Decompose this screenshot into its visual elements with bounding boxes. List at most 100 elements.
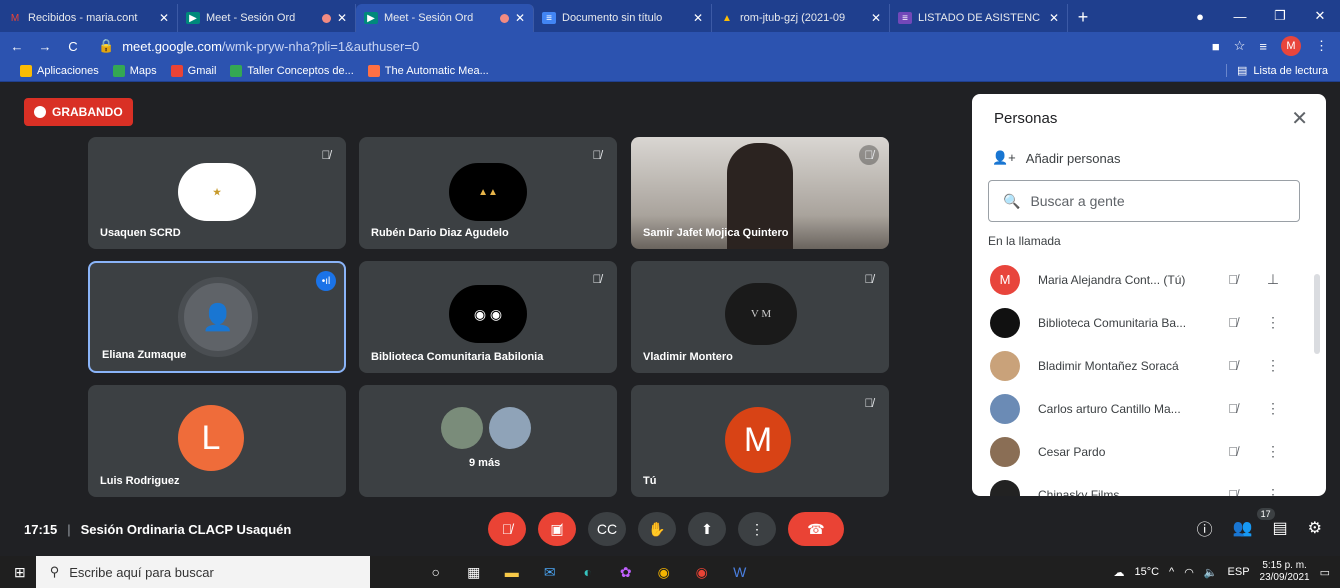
avatar: ★ bbox=[178, 163, 256, 221]
profile-menu-icon[interactable]: ● bbox=[1180, 9, 1220, 24]
taskbar-search-input[interactable]: ⚲ Escribe aquí para buscar bbox=[35, 556, 370, 588]
avatar bbox=[990, 393, 1020, 424]
pin-icon[interactable]: ⊥ bbox=[1258, 271, 1288, 288]
close-icon[interactable]: ✕ bbox=[693, 11, 703, 25]
present-screen-button[interactable]: ⬆ bbox=[688, 512, 726, 546]
browser-tab-docs[interactable]: ≡ Documento sin título ✕ bbox=[534, 4, 712, 32]
participant-tile[interactable]: ◉ ◉ 🎙̸ Biblioteca Comunitaria Babilonia bbox=[359, 261, 617, 373]
bookmark-maps[interactable]: Maps bbox=[112, 64, 157, 77]
new-tab-button[interactable]: + bbox=[1068, 4, 1098, 32]
notification-icon[interactable]: ▭ bbox=[1320, 566, 1330, 579]
avatar: V M bbox=[725, 283, 797, 345]
media-control-icon[interactable]: ≡ bbox=[1259, 39, 1267, 54]
more-options-icon[interactable]: ⋮ bbox=[1258, 357, 1288, 374]
list-item[interactable]: Chinasky Films 🎙̸ ⋮ bbox=[972, 473, 1312, 496]
lock-icon: 🔒 bbox=[98, 38, 115, 53]
chrome-icon[interactable]: ◉ bbox=[654, 562, 674, 582]
browser-tab-drive[interactable]: ▲ rom-jtub-gzj (2021-09 ✕ bbox=[712, 4, 890, 32]
more-options-icon[interactable]: ⋮ bbox=[1258, 400, 1288, 417]
captions-button[interactable]: CC bbox=[588, 512, 626, 546]
camera-icon[interactable]: ■ bbox=[1212, 39, 1220, 54]
app-icon[interactable]: ✿ bbox=[616, 562, 636, 582]
list-item[interactable]: Carlos arturo Cantillo Ma... 🎙̸ ⋮ bbox=[972, 387, 1312, 430]
restore-button[interactable]: ❐ bbox=[1260, 8, 1300, 24]
close-icon[interactable]: ✕ bbox=[159, 11, 169, 25]
browser-tab-forms[interactable]: ≡ LISTADO DE ASISTENC ✕ bbox=[890, 4, 1068, 32]
self-tile[interactable]: M 🎙̸ Tú bbox=[631, 385, 889, 497]
forward-button[interactable]: → bbox=[34, 39, 56, 54]
reading-list-button[interactable]: ▤ Lista de lectura bbox=[1225, 64, 1328, 77]
people-list: M Maria Alejandra Cont... (Tú) 🎙̸ ⊥ Bibliot… bbox=[972, 258, 1312, 496]
more-options-icon[interactable]: ⋮ bbox=[1258, 314, 1288, 331]
more-options-icon[interactable]: ⋮ bbox=[1258, 443, 1288, 460]
meeting-details-button[interactable]: ⓘ bbox=[1197, 516, 1213, 540]
recording-badge[interactable]: GRABANDO bbox=[24, 98, 133, 126]
mail-icon[interactable]: ✉ bbox=[540, 562, 560, 582]
list-item[interactable]: M Maria Alejandra Cont... (Tú) 🎙̸ ⊥ bbox=[972, 258, 1312, 301]
profile-avatar[interactable]: M bbox=[1281, 36, 1301, 56]
participant-tile-active[interactable]: 👤 •ıl Eliana Zumaque bbox=[88, 261, 346, 373]
avatar bbox=[489, 407, 531, 449]
task-view-icon[interactable]: ○ bbox=[426, 562, 446, 582]
list-item[interactable]: Biblioteca Comunitaria Ba... 🎙̸ ⋮ bbox=[972, 301, 1312, 344]
list-item[interactable]: Bladimir Montañez Soracá 🎙̸ ⋮ bbox=[972, 344, 1312, 387]
search-icon: 🔍 bbox=[1003, 192, 1021, 209]
bookmark-taller[interactable]: Taller Conceptos de... bbox=[230, 64, 354, 77]
activities-button[interactable]: ⚙ bbox=[1308, 518, 1322, 538]
people-panel: Personas ✕ 👤+ Añadir personas 🔍 Buscar a g… bbox=[972, 94, 1326, 496]
participant-tile[interactable]: ★ 🎙̸ Usaquen SCRD bbox=[88, 137, 346, 249]
close-panel-button[interactable]: ✕ bbox=[1291, 106, 1308, 131]
camera-toggle-button[interactable]: ▣̸ bbox=[538, 512, 576, 546]
panel-title: Personas bbox=[994, 110, 1058, 127]
mic-toggle-button[interactable]: 🎙̸ bbox=[488, 512, 526, 546]
add-people-button[interactable]: 👤+ Añadir personas bbox=[992, 150, 1120, 166]
system-tray: ☁ 15°C ^ ◠ 🔈 ESP 5:15 p. m. 23/09/2021 ▭ bbox=[1113, 560, 1330, 584]
minimize-button[interactable]: — bbox=[1220, 9, 1260, 24]
chat-button[interactable]: ▤ bbox=[1273, 518, 1288, 538]
chrome-profile-icon[interactable]: ◉ bbox=[692, 562, 712, 582]
store-icon[interactable]: ▦ bbox=[464, 562, 484, 582]
bookmark-automatic[interactable]: The Automatic Mea... bbox=[367, 64, 489, 77]
plus-icon bbox=[230, 64, 243, 77]
leave-call-button[interactable]: ☎ bbox=[788, 512, 844, 546]
participant-tile-video[interactable]: 🎙̸ Samir Jafet Mojica Quintero bbox=[631, 137, 889, 249]
panel-scrollbar[interactable] bbox=[1314, 274, 1320, 354]
browser-tab-meet-1[interactable]: ▶ Meet - Sesión Ord ✕ bbox=[178, 4, 356, 32]
network-icon[interactable]: ◠ bbox=[1184, 566, 1194, 579]
volume-icon[interactable]: 🔈 bbox=[1204, 566, 1218, 579]
chevron-up-icon[interactable]: ^ bbox=[1169, 566, 1174, 578]
close-icon[interactable]: ✕ bbox=[1049, 11, 1059, 25]
participant-tile[interactable]: L Luis Rodriguez bbox=[88, 385, 346, 497]
bookmark-gmail[interactable]: Gmail bbox=[170, 64, 216, 77]
people-count-badge: 17 bbox=[1256, 508, 1275, 520]
more-options-icon[interactable]: ⋮ bbox=[1258, 486, 1288, 496]
more-options-button[interactable]: ⋮ bbox=[738, 512, 776, 546]
bookmark-apps[interactable]: Aplicaciones bbox=[20, 64, 99, 77]
star-icon[interactable]: ☆ bbox=[1234, 38, 1246, 54]
taskbar-clock[interactable]: 5:15 p. m. 23/09/2021 bbox=[1260, 560, 1310, 584]
bookmarks-bar: Aplicaciones Maps Gmail Taller Conceptos… bbox=[0, 60, 1340, 82]
edge-icon[interactable]: ◐ bbox=[578, 562, 598, 582]
record-dot-icon bbox=[34, 106, 46, 118]
file-explorer-icon[interactable]: ▬ bbox=[502, 562, 522, 582]
url-field[interactable]: 🔒 meet.google.com/wmk-pryw-nha?pli=1&aut… bbox=[98, 38, 419, 54]
list-item[interactable]: Cesar Pardo 🎙̸ ⋮ bbox=[972, 430, 1312, 473]
people-button[interactable]: 👥 17 bbox=[1233, 508, 1275, 538]
participant-tile[interactable]: V M 🎙̸ Vladimir Montero bbox=[631, 261, 889, 373]
reload-button[interactable]: C bbox=[62, 39, 84, 54]
close-window-button[interactable]: ✕ bbox=[1300, 8, 1340, 24]
raise-hand-button[interactable]: ✋ bbox=[638, 512, 676, 546]
browser-tab-gmail[interactable]: M Recibidos - maria.cont ✕ bbox=[0, 4, 178, 32]
windows-start-icon[interactable]: ⊞ bbox=[14, 564, 26, 581]
side-controls: ⓘ 👥 17 ▤ ⚙ bbox=[1197, 508, 1322, 540]
menu-icon[interactable]: ⋮ bbox=[1315, 38, 1328, 54]
browser-tab-meet-2[interactable]: ▶ Meet - Sesión Ord ✕ bbox=[356, 4, 534, 32]
close-icon[interactable]: ✕ bbox=[515, 11, 525, 25]
word-icon[interactable]: W bbox=[730, 562, 750, 582]
back-button[interactable]: ← bbox=[6, 39, 28, 54]
close-icon[interactable]: ✕ bbox=[871, 11, 881, 25]
overflow-tile[interactable]: 9 más bbox=[359, 385, 617, 497]
participant-tile[interactable]: ▲▲ 🎙̸ Rubén Dario Diaz Agudelo bbox=[359, 137, 617, 249]
people-search-input[interactable]: 🔍 Buscar a gente bbox=[988, 180, 1300, 222]
close-icon[interactable]: ✕ bbox=[337, 11, 347, 25]
